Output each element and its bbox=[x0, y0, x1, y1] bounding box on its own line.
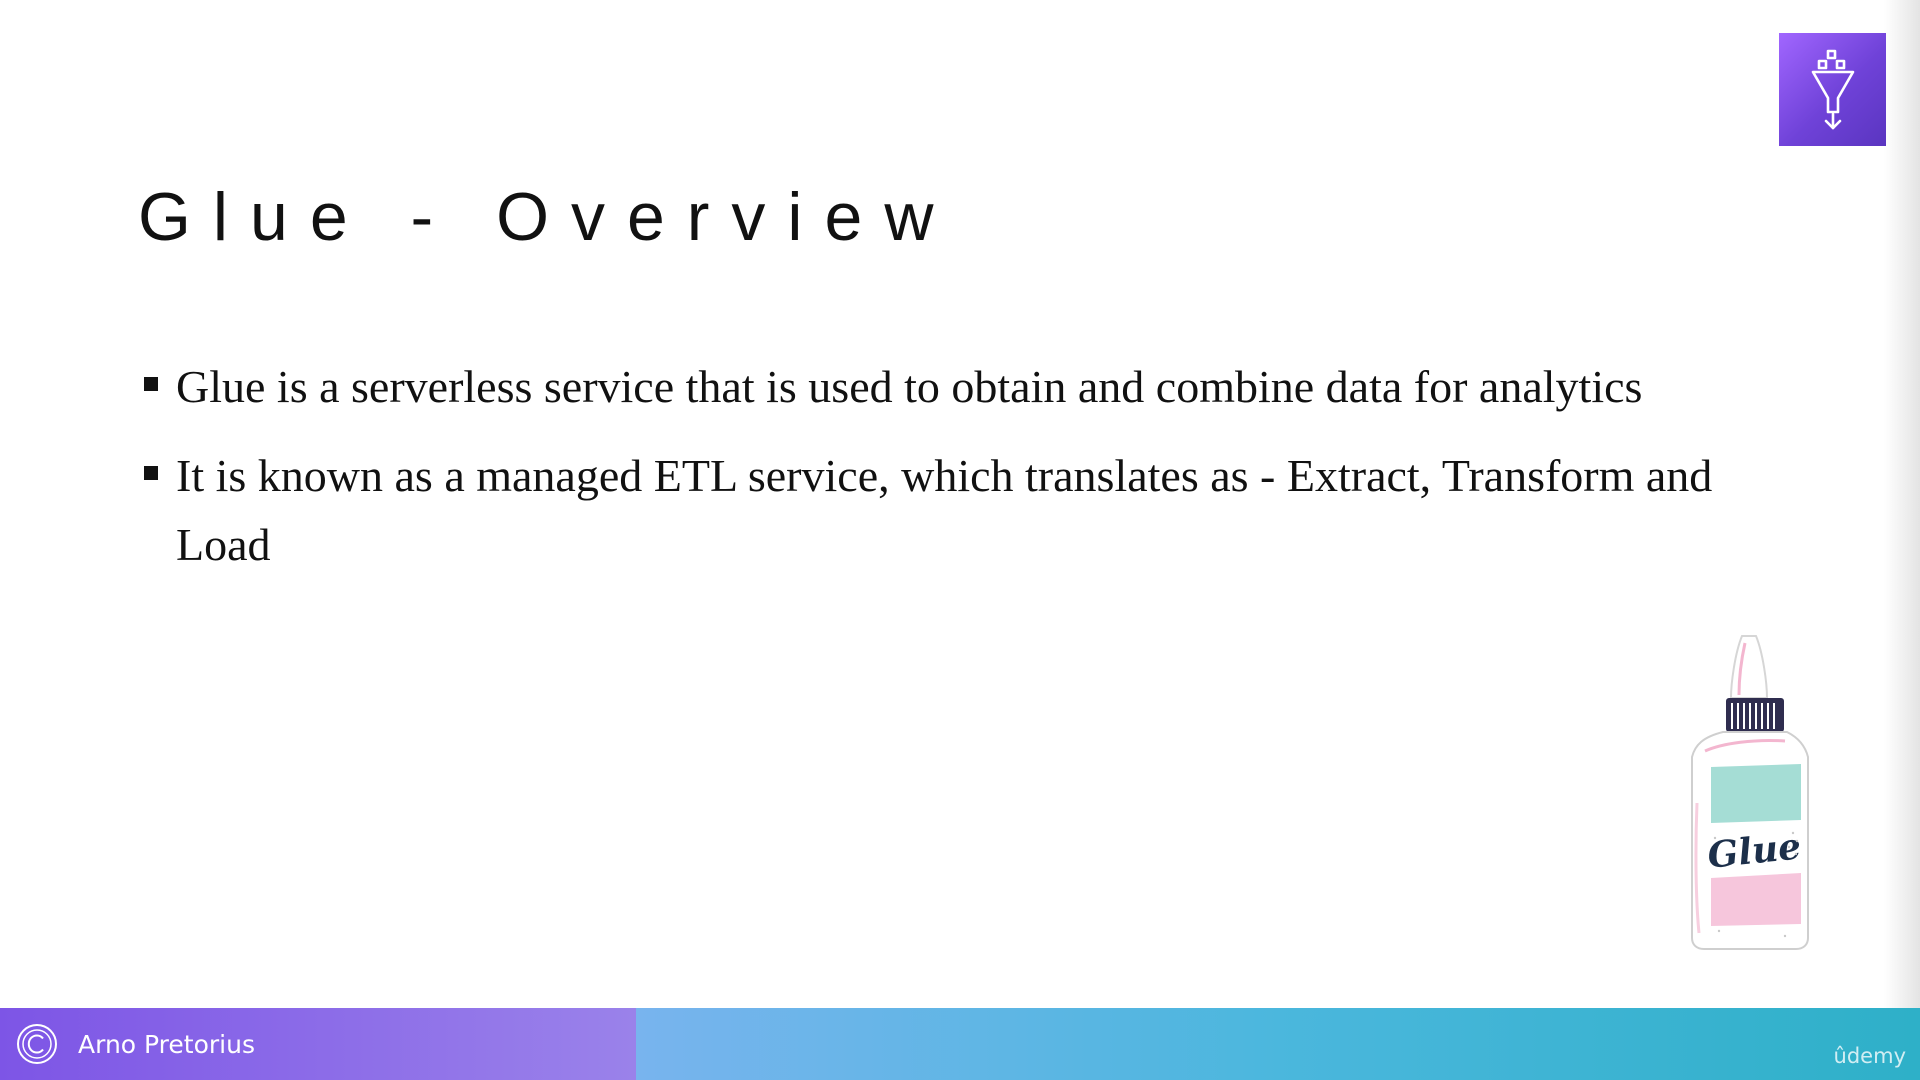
square-bullet-icon bbox=[144, 377, 158, 391]
slide: Glue - Overview Glue is a serverless ser… bbox=[0, 0, 1920, 1080]
bullet-item: It is known as a managed ETL service, wh… bbox=[140, 441, 1790, 579]
footer-bar: Arno Pretorius ûdemy bbox=[0, 1008, 1920, 1080]
aws-glue-funnel-icon bbox=[1779, 33, 1886, 146]
right-edge-shadow bbox=[1884, 0, 1920, 1008]
udemy-watermark: ûdemy bbox=[1833, 1044, 1906, 1068]
bullet-text: Glue is a serverless service that is use… bbox=[176, 361, 1643, 412]
slide-title: Glue - Overview bbox=[138, 179, 956, 255]
footer-author-panel: Arno Pretorius bbox=[0, 1008, 636, 1080]
glue-bottle-illustration: Glue bbox=[1675, 633, 1825, 953]
author-name: Arno Pretorius bbox=[78, 1029, 255, 1059]
footer-gradient-panel: ûdemy bbox=[636, 1008, 1920, 1080]
square-bullet-icon bbox=[144, 466, 158, 480]
bullet-item: Glue is a serverless service that is use… bbox=[140, 352, 1790, 421]
copyright-icon bbox=[17, 1024, 57, 1064]
bullet-list: Glue is a serverless service that is use… bbox=[140, 352, 1790, 599]
bullet-text: It is known as a managed ETL service, wh… bbox=[176, 450, 1713, 570]
